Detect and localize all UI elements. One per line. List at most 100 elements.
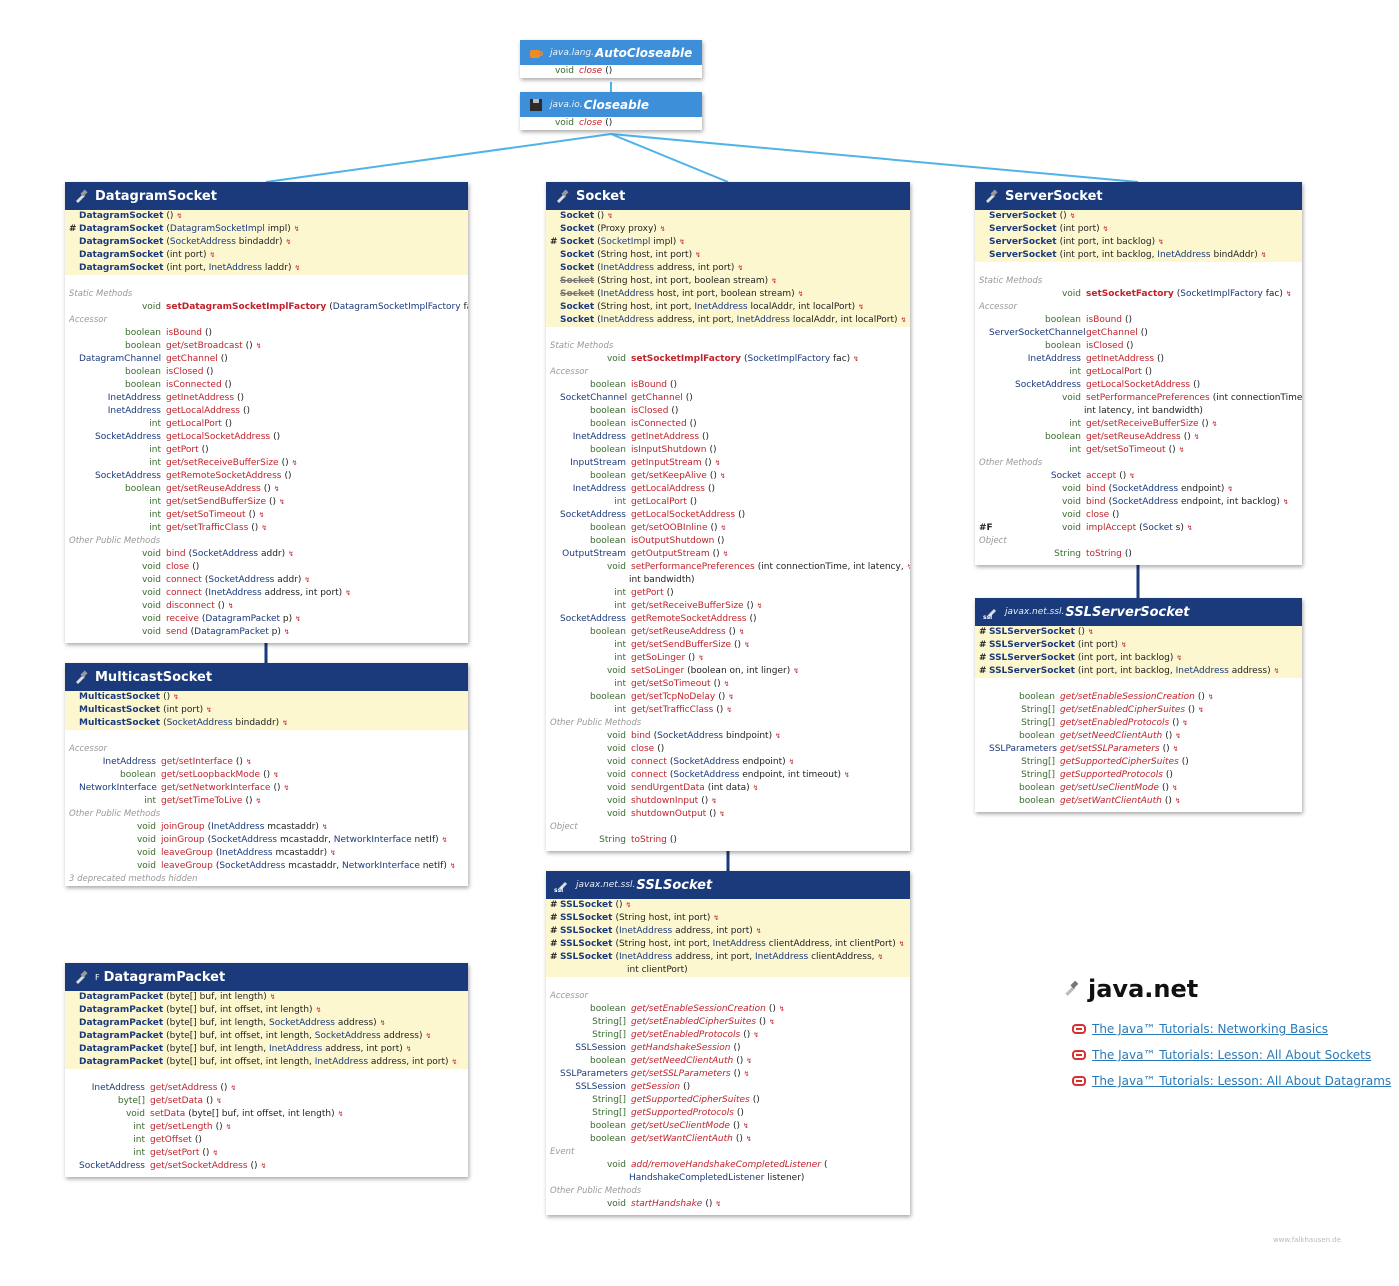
exception-icon: ↯: [659, 225, 666, 233]
exception-icon: ↯: [227, 602, 234, 610]
package-title: java.net: [1062, 975, 1198, 1003]
member-row: InetAddress getInetAddress(): [107, 393, 245, 403]
exception-icon: ↯: [1207, 693, 1214, 701]
member-row: void send (DatagramPacket p) ↯: [141, 627, 290, 637]
exception-icon: ↯: [269, 993, 276, 1001]
constructor-row: # SSLServerSocket (int port, int backlog, …: [975, 665, 1302, 678]
member-row: OutputStream getOutputStream() ↯: [562, 549, 729, 559]
constructor-row: ServerSocket (int port, int backlog) ↯: [975, 236, 1302, 249]
exception-icon: ↯: [261, 524, 268, 532]
autocloseable-header: java.lang. AutoCloseable: [520, 40, 702, 65]
class-autocloseable: java.lang. AutoCloseable void close(): [520, 40, 702, 78]
member-row: boolean isClosed(): [1045, 341, 1134, 351]
plug-icon: [73, 188, 89, 204]
member-row: boolean get/setNeedClientAuth() ↯: [1019, 731, 1182, 741]
member-row: InetAddress get/setInterface() ↯: [102, 757, 252, 767]
plug-icon: [1062, 975, 1080, 1003]
member-row: boolean get/setKeepAlive() ↯: [590, 471, 726, 481]
member-row: boolean isOutputShutdown(): [590, 536, 725, 546]
member-row: int get/setSoTimeout() ↯: [614, 679, 730, 689]
coffee-cup-icon: [528, 45, 544, 61]
member-row: SocketAddress getLocalSocketAddress(): [560, 510, 746, 520]
exception-icon: ↯: [743, 1122, 749, 1130]
constructor-row: int clientPort): [546, 964, 910, 977]
exception-icon: ↯: [294, 264, 301, 272]
exception-icon: ↯: [1158, 238, 1164, 246]
link-all-about-sockets[interactable]: The Java™ Tutorials: Lesson: All About S…: [1072, 1048, 1371, 1062]
member-row: SSLSession getSession(): [575, 1082, 691, 1092]
exception-icon: ↯: [176, 212, 183, 220]
exception-icon: ↯: [746, 1057, 753, 1065]
member-row: int getPort(): [149, 445, 209, 455]
sslsocket-header: ssl javax.net.ssl. SSLSocket: [546, 871, 910, 899]
member-row: boolean get/setReuseAddress() ↯: [1045, 432, 1200, 442]
member-row: int get/setSoTimeout() ↯: [149, 510, 265, 520]
exception-icon: ↯: [877, 953, 884, 961]
member-row: void bind (SocketAddress bindpoint) ↯: [606, 731, 781, 741]
constructor-row: DatagramSocket (SocketAddress bindaddr) ↯: [65, 236, 468, 249]
member-row: SocketAddress get/setSocketAddress() ↯: [79, 1161, 267, 1171]
plug-icon: [983, 188, 999, 204]
constructor-row: # SSLSocket (InetAddress address, int port…: [546, 925, 910, 938]
member-row: void connect (SocketAddress endpoint) ↯: [606, 757, 795, 767]
link-networking-basics[interactable]: The Java™ Tutorials: Networking Basics: [1072, 1022, 1328, 1036]
member-row: void startHandshake() ↯: [606, 1199, 722, 1209]
exception-icon: ↯: [1273, 667, 1280, 675]
exception-icon: ↯: [898, 940, 905, 948]
exception-icon: ↯: [1102, 225, 1109, 233]
member-row: String[] getSupportedCipherSuites(): [592, 1095, 760, 1105]
member-row: boolean isConnected(): [590, 419, 697, 429]
exception-icon: ↯: [1193, 433, 1200, 441]
exception-icon: ↯: [209, 251, 216, 259]
site-credit: www.falkhausen.de: [1272, 1236, 1341, 1244]
member-row: boolean get/setEnableSessionCreation() ↯: [1019, 692, 1214, 702]
member-row: void close(): [141, 562, 200, 572]
exception-icon: ↯: [714, 459, 721, 467]
constructor-row: # DatagramSocket (DatagramSocketImpl impl)…: [65, 223, 468, 236]
member-row: void add/removeHandshakeCompletedListener…: [606, 1160, 828, 1170]
constructor-row: DatagramPacket (byte[] buf, int offset, i…: [65, 1030, 468, 1043]
exception-icon: ↯: [285, 238, 292, 246]
exception-icon: ↯: [206, 706, 213, 714]
member-row: int get/setReceiveBufferSize() ↯: [149, 458, 298, 468]
member-row: void joinGroup (SocketAddress mcastaddr, N…: [136, 835, 448, 845]
exception-icon: ↯: [607, 212, 614, 220]
exception-icon: ↯: [1069, 212, 1076, 220]
exception-icon: ↯: [1172, 745, 1179, 753]
member-row: InetAddress getLocalAddress(): [107, 406, 250, 416]
member-row: boolean get/setWantClientAuth() ↯: [1019, 796, 1181, 806]
member-row: void bind (SocketAddress endpoint, int bac…: [1061, 497, 1289, 507]
exception-icon: ↯: [283, 628, 290, 636]
constructor-row: Socket (String host, int port, boolean st…: [546, 275, 910, 288]
class-socket: Socket Socket() ↯ Socket (Proxy proxy) ↯ # Soc…: [546, 182, 910, 851]
exception-icon: ↯: [425, 1032, 432, 1040]
member-row: boolean get/setUseClientMode() ↯: [1019, 783, 1178, 793]
class-datagrampacket: F DatagramPacket DatagramPacket (byte[] b…: [65, 963, 468, 1177]
exception-icon: ↯: [405, 1045, 412, 1053]
exception-icon: ↯: [753, 1031, 760, 1039]
member-row: String[] get/setEnabledCipherSuites() ↯: [592, 1017, 775, 1027]
exception-icon: ↯: [451, 1058, 458, 1066]
link-all-about-datagrams[interactable]: The Java™ Tutorials: Lesson: All About D…: [1072, 1074, 1391, 1088]
exception-icon: ↯: [295, 615, 302, 623]
constructor-row: # SSLSocket() ↯: [546, 899, 910, 912]
exception-icon: ↯: [698, 654, 705, 662]
exception-icon: ↯: [337, 1110, 344, 1118]
class-sslserversocket: ssl javax.net.ssl. SSLServerSocket # SSLS…: [975, 598, 1302, 812]
svg-text:ssl: ssl: [554, 887, 563, 893]
member-row: int bandwidth): [629, 575, 695, 585]
exception-icon: ↯: [245, 758, 252, 766]
exception-icon: ↯: [1211, 420, 1218, 428]
plug-icon: [554, 188, 570, 204]
member-row: int get/setLength() ↯: [133, 1122, 232, 1132]
member-row: SocketAddress getLocalSocketAddress(): [1015, 380, 1201, 390]
member-row: int getOffset(): [133, 1135, 202, 1145]
deprecated-footer: 3 deprecated methods hidden: [69, 874, 198, 884]
member-row: void setPerformancePreferences (int connec…: [1061, 393, 1302, 403]
member-row: SocketAddress getRemoteSocketAddress(): [560, 614, 757, 624]
member-row: int get/setSendBufferSize() ↯: [149, 497, 285, 507]
class-multicastsocket: MulticastSocket MulticastSocket() ↯ Multic…: [65, 663, 468, 886]
exception-icon: ↯: [283, 784, 290, 792]
exception-icon: ↯: [449, 862, 456, 870]
multicastsocket-header: MulticastSocket: [65, 663, 468, 691]
